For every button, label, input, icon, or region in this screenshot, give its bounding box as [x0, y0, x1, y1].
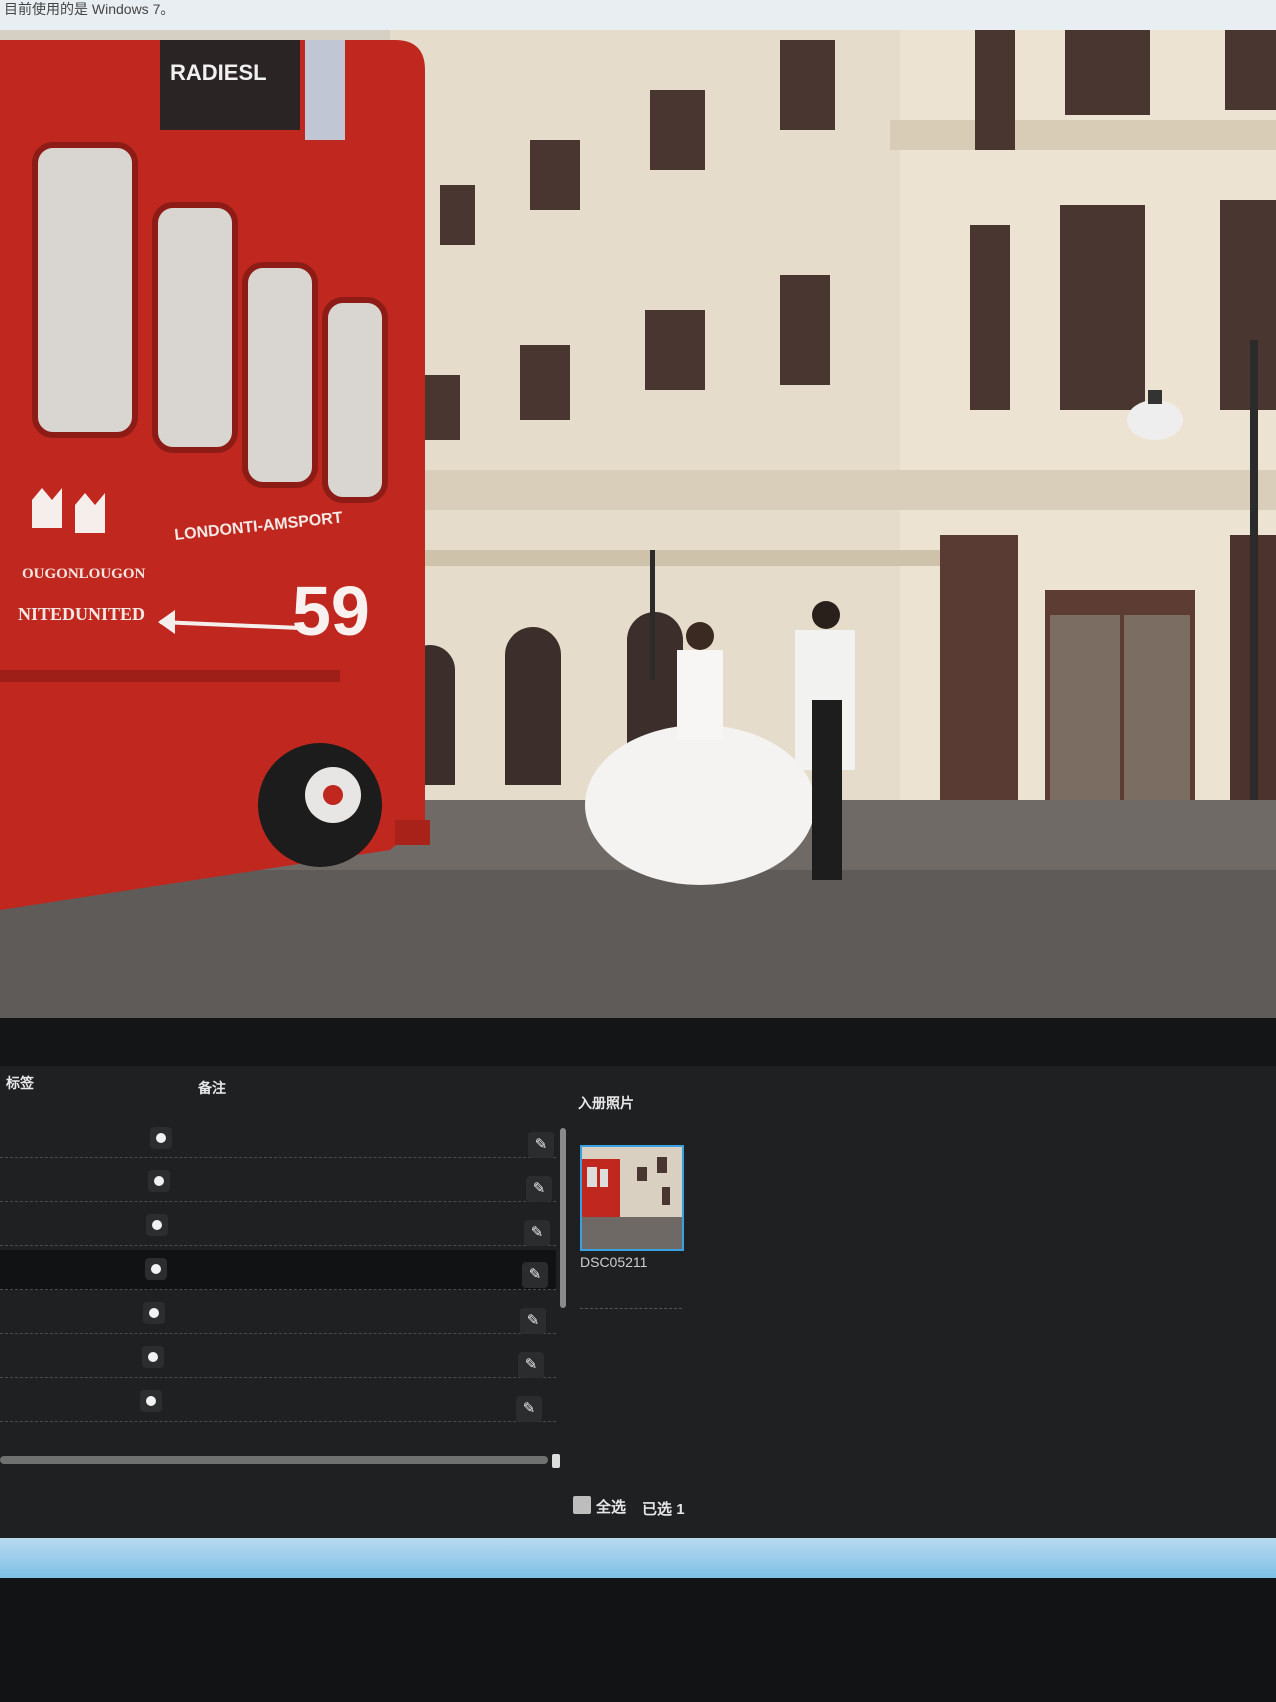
column-header-note: 备注	[198, 1080, 226, 1096]
edit-note-icon[interactable]: ✎	[518, 1352, 544, 1378]
tag-button[interactable]	[145, 1258, 167, 1280]
selected-count: 已选 1	[642, 1498, 685, 1519]
photo-preview: RADIESL LONDONTI-AMSPORT 59 OUGONLOUGON …	[0, 30, 1276, 1055]
wedding-photo: RADIESL LONDONTI-AMSPORT 59 OUGONLOUGON …	[0, 30, 1276, 1055]
table-row[interactable]: ✎	[0, 1118, 556, 1158]
selected-label: 已选	[642, 1501, 673, 1518]
thumbnail-image	[582, 1147, 682, 1249]
edit-note-icon[interactable]: ✎	[522, 1262, 548, 1288]
edit-note-icon[interactable]: ✎	[526, 1176, 552, 1202]
table-row[interactable]: ✎	[0, 1338, 556, 1378]
os-notice-text: 目前使用的是 Windows 7。	[4, 1, 175, 17]
tag-button[interactable]	[140, 1390, 162, 1412]
tag-button[interactable]	[143, 1302, 165, 1324]
bus-logo-text-1: OUGONLOUGON	[22, 566, 146, 582]
table-row[interactable]: ✎	[0, 1206, 556, 1246]
photo-management-panel: 标签 备注 入册照片 ✎ ✎ ✎ ✎ ✎ ✎ ✎ DSC05211 全选 已选 …	[0, 1018, 1276, 1538]
table-row-selected[interactable]: ✎	[0, 1250, 556, 1290]
edit-note-icon[interactable]: ✎	[524, 1220, 550, 1246]
scrollbar-end-handle[interactable]	[552, 1454, 560, 1468]
thumbnail-divider	[580, 1308, 682, 1309]
edit-note-icon[interactable]: ✎	[520, 1308, 546, 1334]
tag-button[interactable]	[150, 1127, 172, 1149]
table-row[interactable]: ✎	[0, 1294, 556, 1334]
os-notice-bar: 目前使用的是 Windows 7。	[0, 0, 1276, 30]
edit-note-icon[interactable]: ✎	[516, 1396, 542, 1422]
column-header-album: 入册照片	[578, 1095, 634, 1111]
table-row[interactable]: ✎	[0, 1382, 556, 1422]
taskbar-strip	[0, 1538, 1276, 1578]
monitor-bezel	[0, 1578, 1276, 1702]
bus-logo-text-2: NITEDUNITED	[18, 604, 145, 624]
table-row[interactable]: ✎	[0, 1162, 556, 1202]
selected-count-value: 1	[676, 1501, 685, 1518]
tag-button[interactable]	[148, 1170, 170, 1192]
album-thumbnail[interactable]	[580, 1145, 684, 1251]
column-header-tag: 标签	[6, 1075, 34, 1091]
vertical-scrollbar[interactable]	[560, 1128, 566, 1308]
panel-top-bar	[0, 1018, 1276, 1066]
tag-button[interactable]	[142, 1346, 164, 1368]
thumbnail-filename: DSC05211	[580, 1254, 648, 1270]
bus-number: 59	[292, 572, 370, 650]
tag-button[interactable]	[146, 1214, 168, 1236]
select-all-label[interactable]: 全选	[596, 1496, 626, 1517]
horizontal-scrollbar[interactable]	[0, 1456, 548, 1464]
select-all-checkbox[interactable]	[573, 1496, 591, 1514]
bus-sign-top: RADIESL	[170, 60, 267, 85]
edit-note-icon[interactable]: ✎	[528, 1132, 554, 1158]
